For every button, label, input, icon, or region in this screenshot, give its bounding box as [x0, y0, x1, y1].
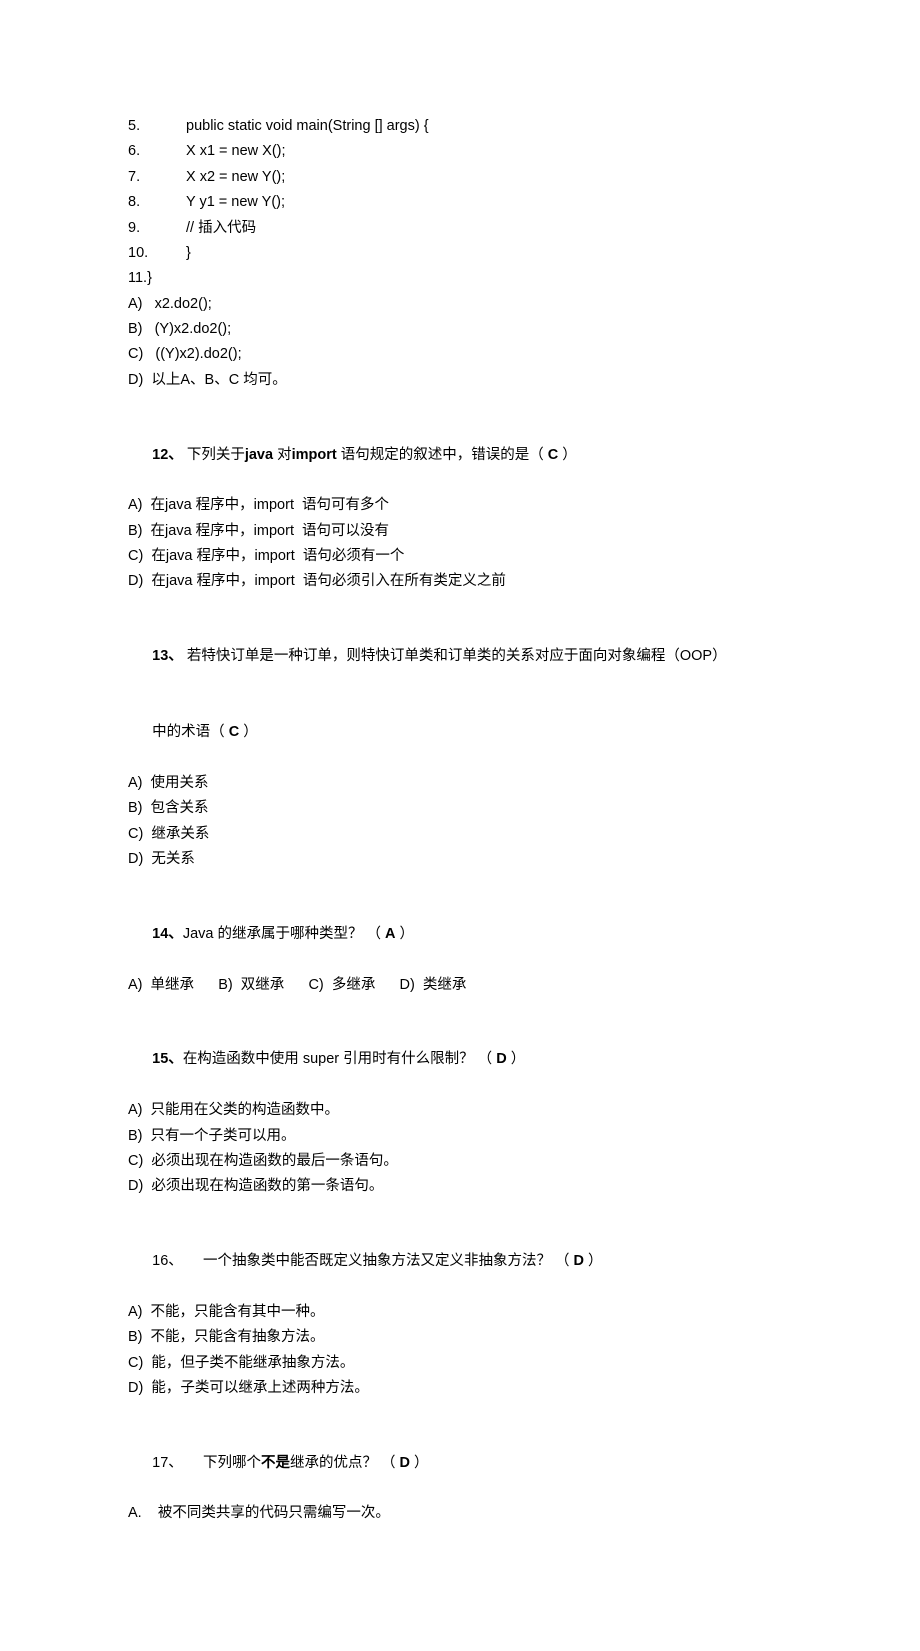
- option: D) 无关系: [128, 847, 792, 872]
- question-number: 14、: [152, 926, 183, 942]
- question-number: 16、: [152, 1253, 183, 1269]
- options-inline: A) 单继承 B) 双继承 C) 多继承 D) 类继承: [128, 973, 792, 998]
- question-stem: 14、Java 的继承属于哪种类型？ （ A ）: [128, 897, 792, 973]
- option: D) 能，子类可以继承上述两种方法。: [128, 1376, 792, 1401]
- page: 5. public static void main(String [] arg…: [0, 0, 920, 1651]
- question-16: 16、 一个抽象类中能否既定义抽象方法又定义非抽象方法？ （ D ） A) 不能…: [128, 1224, 792, 1402]
- question-number: 13、: [152, 648, 183, 664]
- option: C) 必须出现在构造函数的最后一条语句。: [128, 1149, 792, 1174]
- question-number: 17、: [152, 1455, 183, 1471]
- answer: A: [385, 926, 395, 942]
- option: B) 包含关系: [128, 796, 792, 821]
- code-line: 6. X x1 = new X();: [128, 139, 792, 164]
- option: A. 被不同类共享的代码只需编写一次。: [128, 1501, 792, 1526]
- code-line-text: Y y1 = new Y();: [186, 190, 285, 215]
- option: D) 必须出现在构造函数的第一条语句。: [128, 1174, 792, 1199]
- option: C) 在java 程序中，import 语句必须有一个: [128, 544, 792, 569]
- question-17: 17、 下列哪个不是继承的优点？ （ D ） A. 被不同类共享的代码只需编写一…: [128, 1425, 792, 1527]
- option: C) ((Y)x2).do2();: [128, 342, 792, 367]
- code-line-num: 9.: [128, 216, 186, 241]
- question-14: 14、Java 的继承属于哪种类型？ （ A ） A) 单继承 B) 双继承 C…: [128, 897, 792, 999]
- option: B) 只有一个子类可以用。: [128, 1124, 792, 1149]
- code-line-num: 7.: [128, 165, 186, 190]
- code-line: 9. // 插入代码: [128, 216, 792, 241]
- code-line-num: 6.: [128, 139, 186, 164]
- code-line-text: }: [186, 241, 191, 266]
- option: B) 在java 程序中，import 语句可以没有: [128, 519, 792, 544]
- code-line-text: public static void main(String [] args) …: [186, 114, 429, 139]
- option: B) (Y)x2.do2();: [128, 317, 792, 342]
- option: C) 能，但子类不能继承抽象方法。: [128, 1351, 792, 1376]
- question-stem: 15、在构造函数中使用 super 引用时有什么限制？ （ D ）: [128, 1022, 792, 1098]
- question-stem: 13、 若特快订单是一种订单，则特快订单类和订单类的关系对应于面向对象编程（OO…: [128, 619, 792, 695]
- code-line: 8. Y y1 = new Y();: [128, 190, 792, 215]
- question-number: 15、: [152, 1051, 183, 1067]
- code-block: 5. public static void main(String [] arg…: [128, 114, 792, 393]
- option: D) 以上A、B、C 均可。: [128, 368, 792, 393]
- option: A) x2.do2();: [128, 292, 792, 317]
- answer: D: [400, 1455, 410, 1471]
- answer: C: [229, 724, 239, 740]
- question-number: 12、: [152, 447, 183, 463]
- code-line: 11.}: [128, 266, 792, 291]
- code-line: 7. X x2 = new Y();: [128, 165, 792, 190]
- question-12: 12、 下列关于java 对import 语句规定的叙述中，错误的是（ C ） …: [128, 417, 792, 595]
- question-stem: 16、 一个抽象类中能否既定义抽象方法又定义非抽象方法？ （ D ）: [128, 1224, 792, 1300]
- code-line-num: 11.}: [128, 266, 186, 291]
- code-line: 10. }: [128, 241, 792, 266]
- answer: D: [496, 1051, 506, 1067]
- option: A) 只能用在父类的构造函数中。: [128, 1098, 792, 1123]
- question-stem-cont: 中的术语（ C ）: [128, 695, 792, 771]
- code-line-num: 5.: [128, 114, 186, 139]
- question-13: 13、 若特快订单是一种订单，则特快订单类和订单类的关系对应于面向对象编程（OO…: [128, 619, 792, 873]
- option: A) 使用关系: [128, 771, 792, 796]
- answer: D: [574, 1253, 584, 1269]
- question-stem: 17、 下列哪个不是继承的优点？ （ D ）: [128, 1425, 792, 1501]
- code-line-num: 10.: [128, 241, 186, 266]
- question-15: 15、在构造函数中使用 super 引用时有什么限制？ （ D ） A) 只能用…: [128, 1022, 792, 1200]
- option: B) 不能，只能含有抽象方法。: [128, 1325, 792, 1350]
- code-line-text: X x2 = new Y();: [186, 165, 285, 190]
- answer: C: [548, 447, 558, 463]
- code-line-text: X x1 = new X();: [186, 139, 286, 164]
- code-line-text: // 插入代码: [186, 216, 256, 241]
- question-stem: 12、 下列关于java 对import 语句规定的叙述中，错误的是（ C ）: [128, 417, 792, 493]
- option: C) 继承关系: [128, 822, 792, 847]
- code-line-num: 8.: [128, 190, 186, 215]
- code-line: 5. public static void main(String [] arg…: [128, 114, 792, 139]
- option: D) 在java 程序中，import 语句必须引入在所有类定义之前: [128, 569, 792, 594]
- option: A) 不能，只能含有其中一种。: [128, 1300, 792, 1325]
- option: A) 在java 程序中，import 语句可有多个: [128, 493, 792, 518]
